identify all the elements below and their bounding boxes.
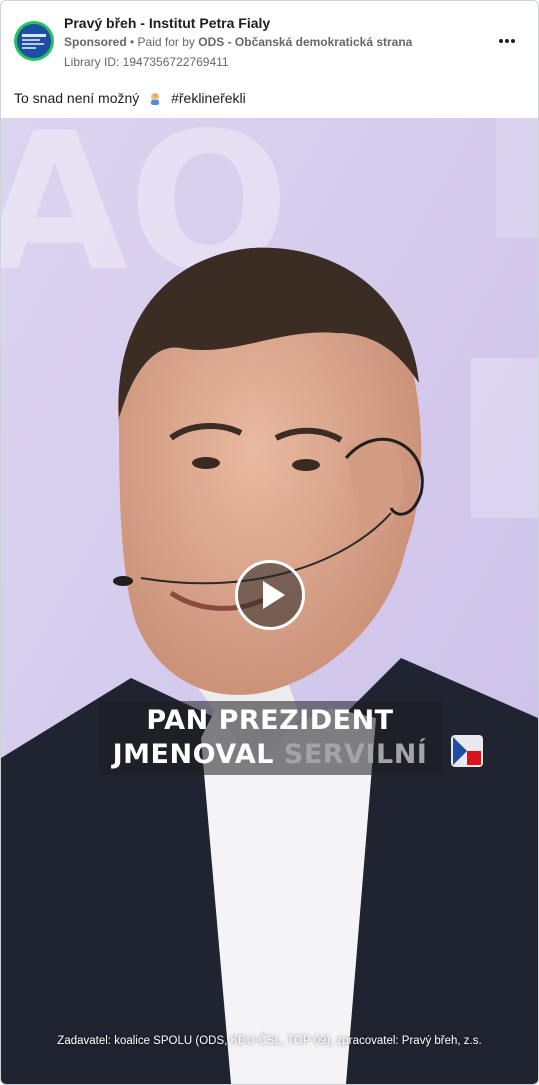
subtitle-line-2-main: JMENOVAL — [112, 739, 284, 770]
video-player[interactable]: AO PAN PREZIDENT JMENOVAL SERVILNÍ Zadav… — [1, 118, 538, 1084]
more-options-icon-dot — [505, 39, 509, 43]
subtitle-line-1: PAN PREZIDENT — [146, 705, 394, 736]
play-icon — [263, 581, 285, 609]
subtitle-line-2-dim: SERVILNÍ — [283, 739, 428, 770]
video-disclaimer: Zadavatel: koalice SPOLU (ODS, KDU-ČSL, … — [57, 1035, 482, 1047]
caption-text: To snad není možný — [14, 90, 140, 106]
subtitle-line-2: JMENOVAL SERVILNÍ — [98, 739, 442, 770]
page-logo-icon — [17, 24, 51, 58]
ad-card: Pravý břeh - Institut Petra Fialy Sponso… — [0, 0, 539, 1085]
more-options-icon — [499, 39, 503, 43]
caption-hashtag[interactable]: #řeklineřekli — [171, 90, 246, 106]
ad-header: Pravý břeh - Institut Petra Fialy Sponso… — [1, 1, 538, 79]
library-id: Library ID: 1947356722769411 — [64, 55, 229, 69]
play-button[interactable] — [235, 560, 305, 630]
page-name[interactable]: Pravý břeh - Institut Petra Fialy — [64, 15, 270, 31]
more-options-icon-dot — [511, 39, 515, 43]
page-avatar[interactable] — [14, 21, 54, 61]
sponsored-line: Sponsored • Paid for by ODS - Občanská d… — [64, 35, 412, 49]
more-options-button[interactable] — [495, 31, 519, 51]
payer-link[interactable]: ODS - Občanská demokratická strana — [198, 35, 412, 49]
sponsored-label: Sponsored — [64, 35, 127, 49]
facepalm-emoji-icon — [147, 91, 163, 105]
meta-separator: • — [126, 35, 138, 49]
ad-caption: To snad není možný #řeklineřekli — [14, 90, 246, 106]
video-subtitle: PAN PREZIDENT JMENOVAL SERVILNÍ — [98, 701, 442, 775]
paid-for-prefix: Paid for by — [137, 35, 199, 49]
